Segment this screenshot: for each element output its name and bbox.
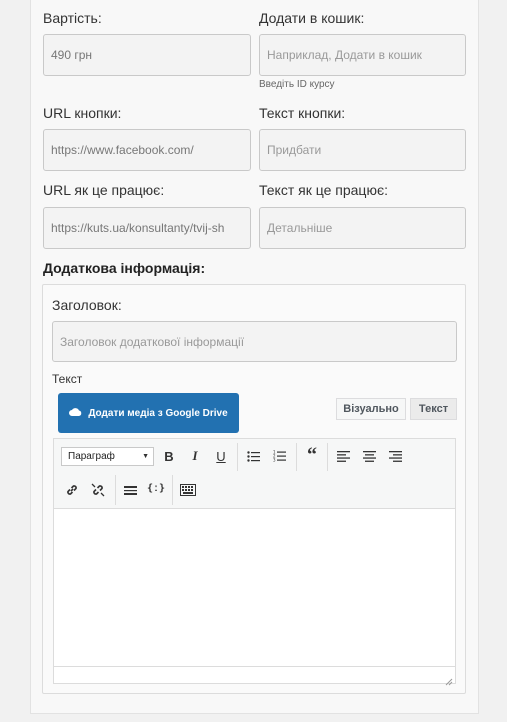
editor-content-area[interactable] — [54, 509, 455, 667]
svg-text:3: 3 — [273, 458, 276, 463]
unlink-icon[interactable] — [88, 480, 108, 500]
bullet-list-icon[interactable] — [243, 446, 263, 466]
editor-statusbar — [54, 666, 455, 683]
toolbar-divider — [115, 475, 116, 505]
heading-label: Заголовок: — [52, 297, 122, 313]
italic-icon[interactable]: I — [185, 446, 205, 466]
toolbar-divider — [296, 443, 297, 471]
how-it-works-url-input[interactable]: https://kuts.ua/konsultanty/tvij-sh — [43, 207, 251, 249]
button-url-label: URL кнопки: — [43, 105, 122, 121]
shortcode-icon[interactable]: {ː} — [146, 478, 166, 498]
align-center-icon[interactable] — [359, 446, 379, 466]
button-text-label: Текст кнопки: — [259, 105, 346, 121]
align-right-icon[interactable] — [385, 446, 405, 466]
google-drive-button[interactable]: Додати медіа з Google Drive — [58, 393, 239, 433]
how-it-works-text-label: Текст як це працює: — [259, 182, 388, 198]
blockquote-icon[interactable]: “ — [302, 444, 322, 466]
button-text-input[interactable]: Придбати — [259, 129, 466, 171]
how-it-works-text-input[interactable]: Детальніше — [259, 207, 466, 249]
numbered-list-icon[interactable]: 123 — [269, 446, 289, 466]
how-it-works-url-label: URL як це працює: — [43, 182, 165, 198]
editor-toolbar: Параграф ▼ B I U 123 “ {ː} — [54, 439, 455, 509]
text-label: Текст — [52, 372, 83, 386]
link-icon[interactable] — [62, 480, 82, 500]
resize-handle-icon[interactable] — [445, 673, 453, 686]
rich-text-editor: Параграф ▼ B I U 123 “ {ː} — [53, 438, 456, 686]
more-tag-icon[interactable] — [120, 480, 140, 500]
tab-visual[interactable]: Візуально — [336, 398, 406, 420]
price-label: Вартість: — [43, 10, 102, 26]
tab-text[interactable]: Текст — [410, 398, 457, 420]
underline-icon[interactable]: U — [211, 446, 231, 466]
format-select[interactable]: Параграф ▼ — [61, 447, 154, 466]
add-to-cart-label: Додати в кошик: — [259, 10, 365, 26]
format-select-value: Параграф — [68, 451, 115, 462]
toolbar-divider — [327, 443, 328, 471]
add-to-cart-input[interactable]: Наприклад, Додати в кошик — [259, 34, 466, 76]
toolbar-toggle-icon[interactable] — [178, 480, 198, 500]
bold-icon[interactable]: B — [159, 446, 179, 466]
price-input[interactable]: 490 грн — [43, 34, 251, 76]
heading-input[interactable]: Заголовок додаткової інформації — [52, 321, 457, 362]
toolbar-divider — [237, 443, 238, 471]
google-drive-button-label: Додати медіа з Google Drive — [88, 407, 228, 419]
align-left-icon[interactable] — [333, 446, 353, 466]
cloud-icon — [69, 407, 82, 419]
button-url-input[interactable]: https://www.facebook.com/ — [43, 129, 251, 171]
course-id-hint: Введіть ID курсу — [259, 79, 335, 90]
chevron-down-icon: ▼ — [142, 453, 149, 460]
extra-info-title: Додаткова інформація: — [43, 260, 206, 276]
toolbar-divider — [172, 475, 173, 505]
